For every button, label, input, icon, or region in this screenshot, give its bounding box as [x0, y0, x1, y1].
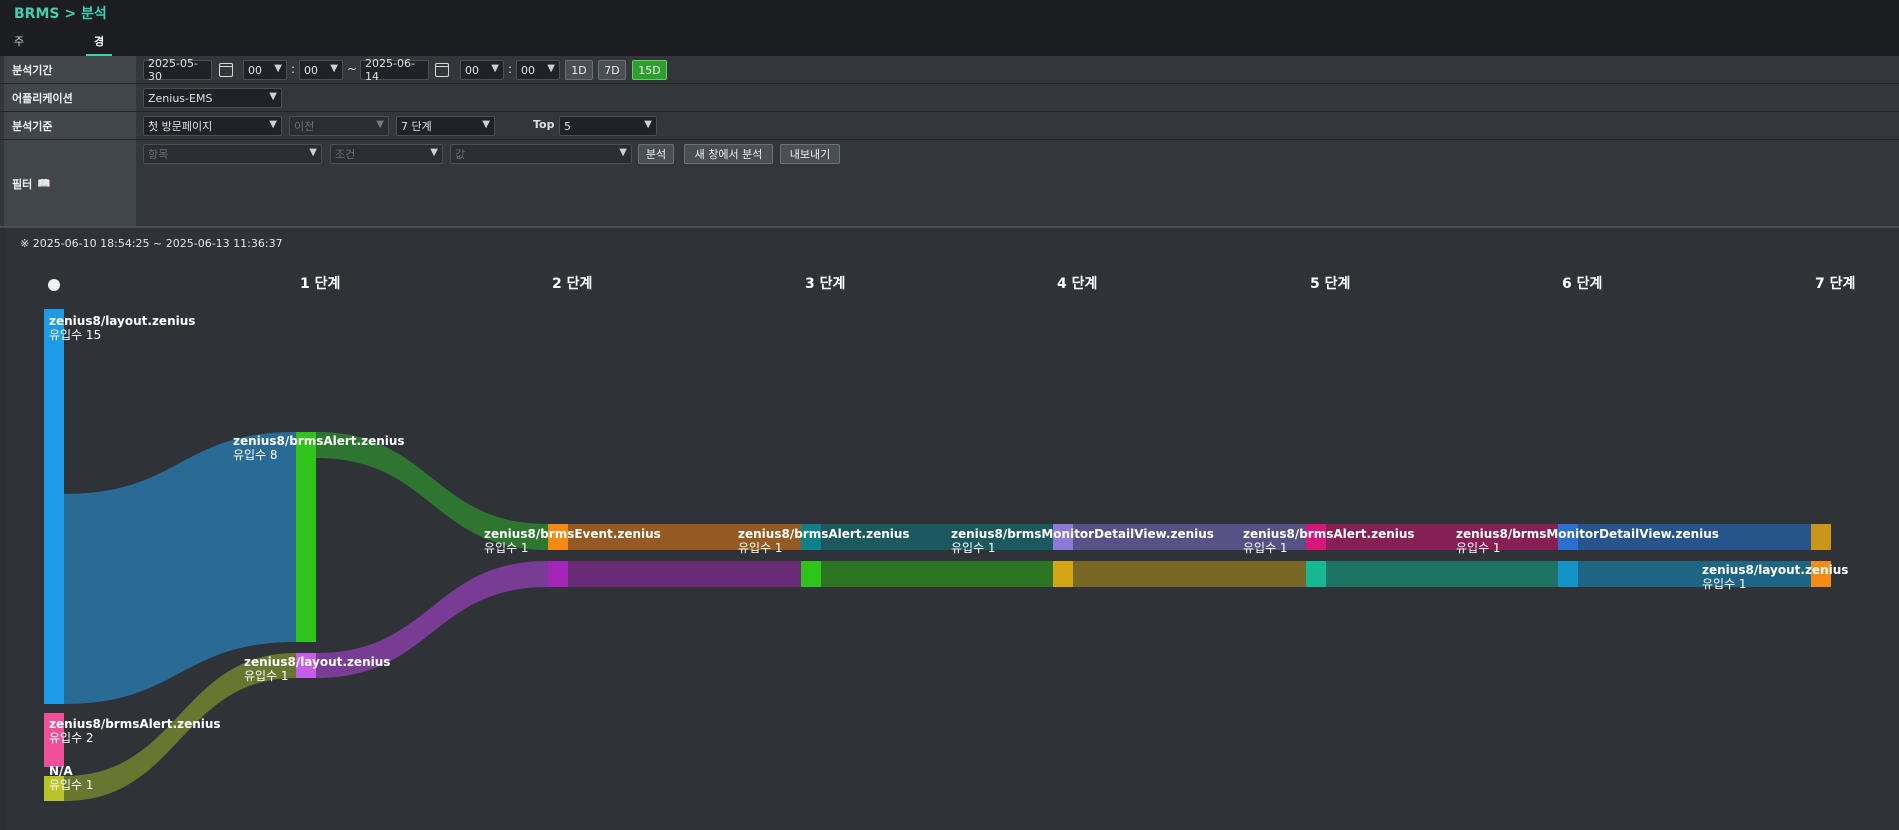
sankey-link[interactable] [1326, 561, 1558, 587]
sankey-link[interactable] [568, 561, 801, 587]
sankey-node[interactable] [44, 309, 64, 704]
sankey-node[interactable] [1306, 561, 1326, 587]
sankey-node-count: 유입수 1 [484, 541, 529, 555]
sankey-chart: 1 단계 2 단계 3 단계 4 단계 5 단계 6 단계 7 단계 zeniu… [44, 275, 1855, 801]
sankey-node-count: 유입수 1 [1243, 541, 1288, 555]
stage-header-1: 1 단계 [300, 275, 340, 292]
sankey-node-count: 유입수 1 [244, 669, 289, 683]
sankey-node-label: zenius8/layout.zenius [244, 655, 390, 669]
sankey-node-count: 유입수 8 [233, 448, 278, 462]
sankey-node[interactable] [1558, 561, 1578, 587]
sankey-node-count: 유입수 2 [49, 731, 94, 745]
start-dot [48, 279, 60, 291]
sankey-node-count: 유입수 1 [49, 778, 94, 792]
sankey-node-label: zenius8/brmsAlert.zenius [738, 527, 910, 541]
sankey-node-label: zenius8/brmsAlert.zenius [1243, 527, 1415, 541]
stage-header-6: 6 단계 [1562, 275, 1602, 292]
sankey-link[interactable] [1073, 561, 1306, 587]
stage-header-4: 4 단계 [1057, 275, 1097, 292]
stage-header-7: 7 단계 [1815, 275, 1855, 292]
sankey-node-label: zenius8/brmsMonitorDetailView.zenius [951, 527, 1214, 541]
sankey-node[interactable] [1811, 524, 1831, 550]
sankey-node[interactable] [548, 561, 568, 587]
sankey-node-count: 유입수 15 [49, 328, 101, 342]
sankey-node-count: 유입수 1 [951, 541, 996, 555]
sankey-node-label: zenius8/layout.zenius [1702, 563, 1848, 577]
sankey-node-count: 유입수 1 [1702, 577, 1747, 591]
sankey-node-label: zenius8/brmsMonitorDetailView.zenius [1456, 527, 1719, 541]
sankey-node-label: zenius8/layout.zenius [49, 314, 195, 328]
sankey-node[interactable] [1053, 561, 1073, 587]
sankey-node-label: zenius8/brmsEvent.zenius [484, 527, 661, 541]
sankey-node-count: 유입수 1 [738, 541, 783, 555]
sankey-node-label: zenius8/brmsAlert.zenius [49, 717, 221, 731]
sankey-node[interactable] [296, 432, 316, 642]
sankey-node[interactable] [801, 561, 821, 587]
stage-header-3: 3 단계 [805, 275, 845, 292]
sankey-node-label: zenius8/brmsAlert.zenius [233, 434, 405, 448]
sankey-node-count: 유입수 1 [1456, 541, 1501, 555]
stage-header-5: 5 단계 [1310, 275, 1350, 292]
sankey-link[interactable] [821, 561, 1053, 587]
sankey-node-label: N/A [49, 764, 73, 778]
stage-header-2: 2 단계 [552, 275, 592, 292]
